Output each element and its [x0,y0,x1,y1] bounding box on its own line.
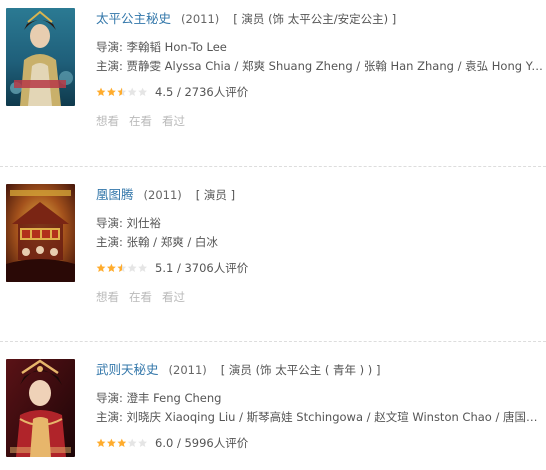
film-year: (2011) [143,188,182,202]
film-info: 凰图腾 (2011) [ 演员 ] 导演: 刘仕裕 主演: 张翰 / 郑爽 / 白冰… [96,184,546,305]
film-title-link[interactable]: 武则天秘史 [96,362,159,377]
film-info: 武则天秘史 (2011) [ 演员 (饰 太平公主 ( 青年 ) ) ] 导演: 澄… [96,359,546,452]
rating-text: 6.0 / 5996人评价 [155,436,249,450]
film-title-link[interactable]: 凰图腾 [96,187,134,202]
title-row: 武则天秘史 (2011) [ 演员 (饰 太平公主 ( 青年 ) ) ] [96,359,546,381]
cast-line: 主演: 张翰 / 郑爽 / 白冰 [96,235,218,249]
stars-graphic [96,263,147,272]
star-icon [107,263,116,272]
film-role: [ 演员 (饰 太平公主/安定公主) ] [233,12,397,26]
watching-button[interactable]: 在看 [129,289,152,305]
star-icon [96,263,106,272]
film-title-link[interactable]: 太平公主秘史 [96,11,171,26]
director-line: 导演: 刘仕裕 [96,216,162,230]
star-icon [138,438,147,447]
star-icon [107,87,116,96]
cast-line: 主演: 贾静雯 Alyssa Chia / 郑爽 Shuang Zheng / … [96,59,544,73]
star-icon [138,87,147,96]
action-row: 想看 在看 看过 [96,289,546,305]
watched-button[interactable]: 看过 [162,289,185,305]
film-meta: 导演: 刘仕裕 主演: 张翰 / 郑爽 / 白冰 [96,214,546,252]
title-row: 太平公主秘史 (2011) [ 演员 (饰 太平公主/安定公主) ] [96,8,546,30]
want-to-watch-button[interactable]: 想看 [96,289,119,305]
stars-graphic [96,438,147,447]
item-divider [0,341,546,342]
star-icon [127,263,137,272]
film-year: (2011) [181,12,220,26]
film-role: [ 演员 (饰 太平公主 ( 青年 ) ) ] [220,363,381,377]
star-icon [107,438,116,447]
stars-graphic [96,87,147,96]
rating-text: 5.1 / 3706人评价 [155,261,249,275]
rating-row: 4.5 / 2736人评价 [96,83,546,101]
film-meta: 导演: 澄丰 Feng Cheng 主演: 刘晓庆 Xiaoqing Liu /… [96,389,546,427]
star-rating [96,263,148,273]
watching-button[interactable]: 在看 [129,113,152,129]
poster-image [6,8,75,106]
star-icon [127,87,137,96]
title-row: 凰图腾 (2011) [ 演员 ] [96,184,546,206]
rating-row: 5.1 / 3706人评价 [96,259,546,277]
star-rating [96,87,148,97]
poster-image [6,359,75,457]
poster-image [6,184,75,282]
star-icon [96,438,106,447]
film-role: [ 演员 ] [195,188,236,202]
film-poster[interactable] [6,359,75,457]
rating-row: 6.0 / 5996人评价 [96,434,546,452]
star-icon [117,87,127,96]
director-line: 导演: 澄丰 Feng Cheng [96,391,222,405]
film-meta: 导演: 李翰韬 Hon-To Lee 主演: 贾静雯 Alyssa Chia /… [96,38,546,76]
action-row: 想看 在看 看过 [96,113,546,129]
want-to-watch-button[interactable]: 想看 [96,113,119,129]
watched-button[interactable]: 看过 [162,113,185,129]
rating-text: 4.5 / 2736人评价 [155,85,249,99]
star-icon [117,263,127,272]
cast-line: 主演: 刘晓庆 Xiaoqing Liu / 斯琴高娃 Stchingowa /… [96,410,544,424]
star-rating [96,438,148,448]
star-icon [117,438,127,447]
film-poster[interactable] [6,8,75,106]
film-info: 太平公主秘史 (2011) [ 演员 (饰 太平公主/安定公主) ] 导演: 李翰韬… [96,8,546,129]
director-line: 导演: 李翰韬 Hon-To Lee [96,40,227,54]
star-icon [96,87,106,96]
film-poster[interactable] [6,184,75,282]
star-icon [127,438,137,447]
star-icon [138,263,147,272]
film-year: (2011) [168,363,207,377]
item-divider [0,166,546,167]
